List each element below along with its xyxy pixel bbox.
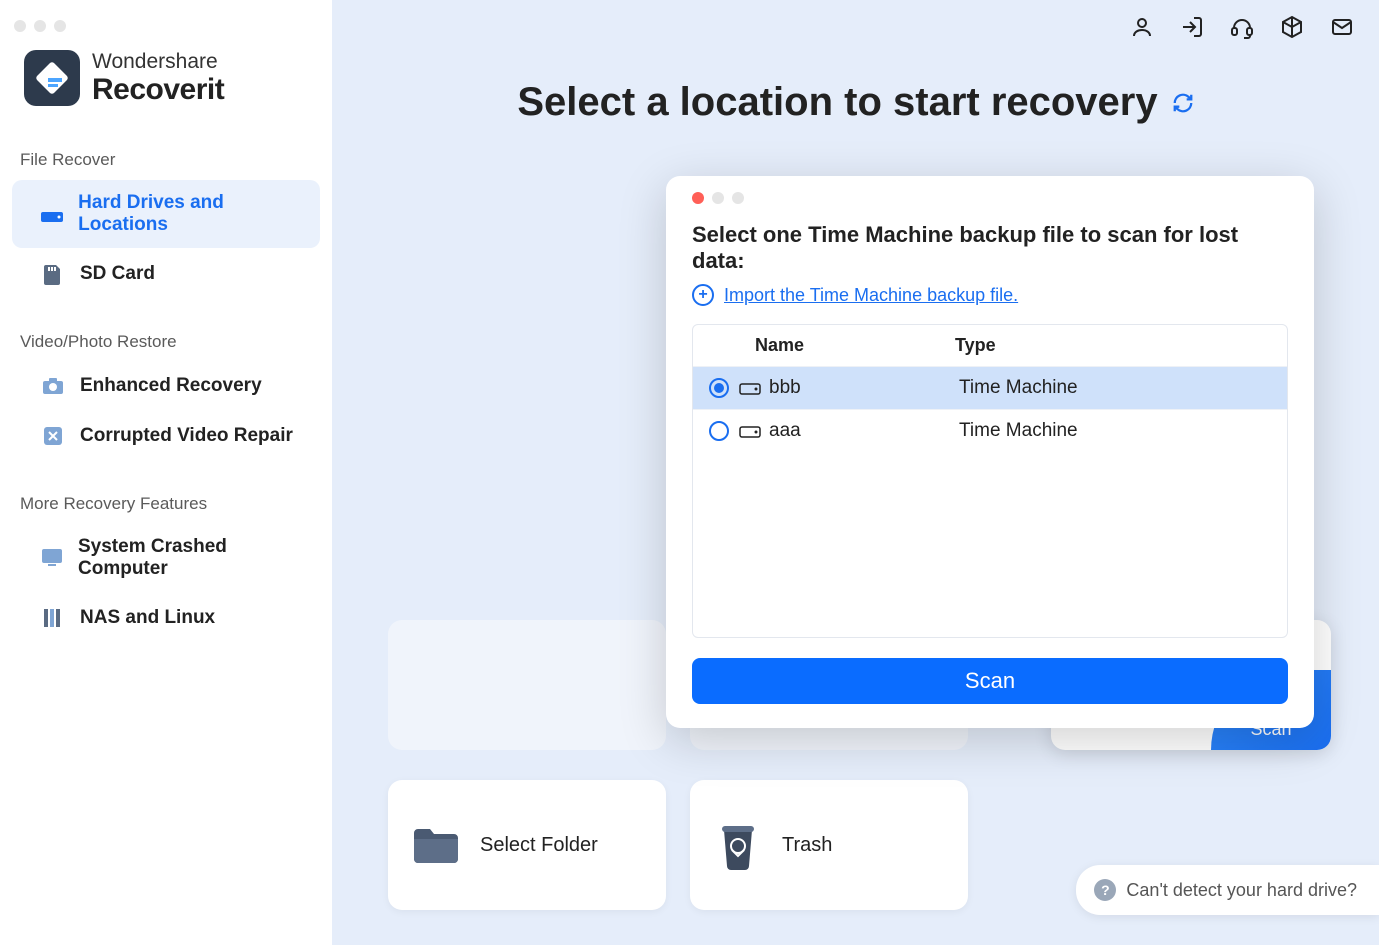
sidebar-item-enhanced-recovery[interactable]: Enhanced Recovery bbox=[12, 362, 320, 410]
row-type: Time Machine bbox=[959, 420, 1271, 442]
radio-icon[interactable] bbox=[709, 378, 729, 398]
modal-traffic-lights bbox=[692, 192, 1288, 204]
minimize-icon[interactable] bbox=[34, 20, 46, 32]
brand-line2: Recoverit bbox=[92, 73, 224, 106]
user-icon[interactable] bbox=[1129, 14, 1155, 40]
help-text: Can't detect your hard drive? bbox=[1126, 880, 1357, 901]
sidebar-item-hard-drives[interactable]: Hard Drives and Locations bbox=[12, 180, 320, 248]
main-area: Select a location to start recovery Sele… bbox=[332, 0, 1379, 945]
modal-maximize-icon[interactable] bbox=[732, 192, 744, 204]
page-title: Select a location to start recovery bbox=[517, 80, 1157, 125]
modal-close-icon[interactable] bbox=[692, 192, 704, 204]
section-label-video-photo: Video/Photo Restore bbox=[0, 318, 332, 360]
sidebar-item-system-crashed[interactable]: System Crashed Computer bbox=[12, 524, 320, 592]
folder-icon bbox=[410, 819, 462, 871]
sidebar-item-label: Hard Drives and Locations bbox=[78, 192, 302, 236]
location-card-select-folder[interactable]: Select Folder bbox=[388, 780, 666, 910]
drive-icon bbox=[40, 202, 64, 226]
sidebar-item-nas-linux[interactable]: NAS and Linux bbox=[12, 594, 320, 642]
sidebar-item-label: System Crashed Computer bbox=[78, 536, 302, 580]
row-type: Time Machine bbox=[959, 377, 1271, 399]
section-label-file-recover: File Recover bbox=[0, 136, 332, 178]
login-icon[interactable] bbox=[1179, 14, 1205, 40]
col-type-header: Type bbox=[955, 335, 1271, 356]
card-label: Trash bbox=[782, 834, 832, 857]
card-label: Select Folder bbox=[480, 834, 598, 857]
modal-minimize-icon[interactable] bbox=[712, 192, 724, 204]
time-machine-modal: Select one Time Machine backup file to s… bbox=[666, 176, 1314, 728]
radio-icon[interactable] bbox=[709, 421, 729, 441]
sidebar-item-label: Enhanced Recovery bbox=[80, 375, 262, 397]
scan-button[interactable]: Scan bbox=[692, 658, 1288, 704]
row-name: aaa bbox=[769, 420, 801, 442]
maximize-icon[interactable] bbox=[54, 20, 66, 32]
modal-title: Select one Time Machine backup file to s… bbox=[692, 222, 1288, 274]
import-backup-link[interactable]: Import the Time Machine backup file. bbox=[724, 285, 1018, 306]
logo-mark-icon bbox=[24, 50, 80, 106]
topbar bbox=[1129, 14, 1355, 40]
question-icon: ? bbox=[1094, 879, 1116, 901]
sidebar-item-sd-card[interactable]: SD Card bbox=[12, 250, 320, 298]
trash-icon bbox=[712, 819, 764, 871]
backup-drive-icon bbox=[739, 379, 761, 397]
close-icon[interactable] bbox=[14, 20, 26, 32]
monitor-icon bbox=[40, 546, 64, 570]
row-name: bbb bbox=[769, 377, 801, 399]
brand-line1: Wondershare bbox=[92, 50, 224, 73]
mail-icon[interactable] bbox=[1329, 14, 1355, 40]
backup-drive-icon bbox=[739, 422, 761, 440]
sidebar-item-label: SD Card bbox=[80, 263, 155, 285]
table-row[interactable]: aaa Time Machine bbox=[693, 409, 1287, 452]
server-icon bbox=[40, 606, 66, 630]
backup-table: Name Type bbb Time Machine aaa bbox=[692, 324, 1288, 638]
sidebar-item-corrupted-video[interactable]: Corrupted Video Repair bbox=[12, 412, 320, 460]
cube-icon[interactable] bbox=[1279, 14, 1305, 40]
sidebar: Wondershare Recoverit File Recover Hard … bbox=[0, 0, 332, 945]
sd-card-icon bbox=[40, 262, 66, 286]
camera-icon bbox=[40, 374, 66, 398]
location-card-hidden bbox=[388, 620, 666, 750]
sidebar-item-label: Corrupted Video Repair bbox=[80, 425, 293, 447]
help-detect-drive[interactable]: ? Can't detect your hard drive? bbox=[1076, 865, 1379, 915]
section-label-more-recovery: More Recovery Features bbox=[0, 480, 332, 522]
brand-logo: Wondershare Recoverit bbox=[0, 32, 332, 136]
table-header: Name Type bbox=[693, 325, 1287, 366]
plus-circle-icon[interactable]: + bbox=[692, 284, 714, 306]
window-traffic-lights bbox=[0, 10, 332, 32]
location-card-trash[interactable]: Trash bbox=[690, 780, 968, 910]
table-row[interactable]: bbb Time Machine bbox=[693, 366, 1287, 409]
wrench-icon bbox=[40, 424, 66, 448]
refresh-icon[interactable] bbox=[1172, 92, 1194, 114]
sidebar-item-label: NAS and Linux bbox=[80, 607, 215, 629]
support-icon[interactable] bbox=[1229, 14, 1255, 40]
col-name-header: Name bbox=[709, 335, 955, 356]
